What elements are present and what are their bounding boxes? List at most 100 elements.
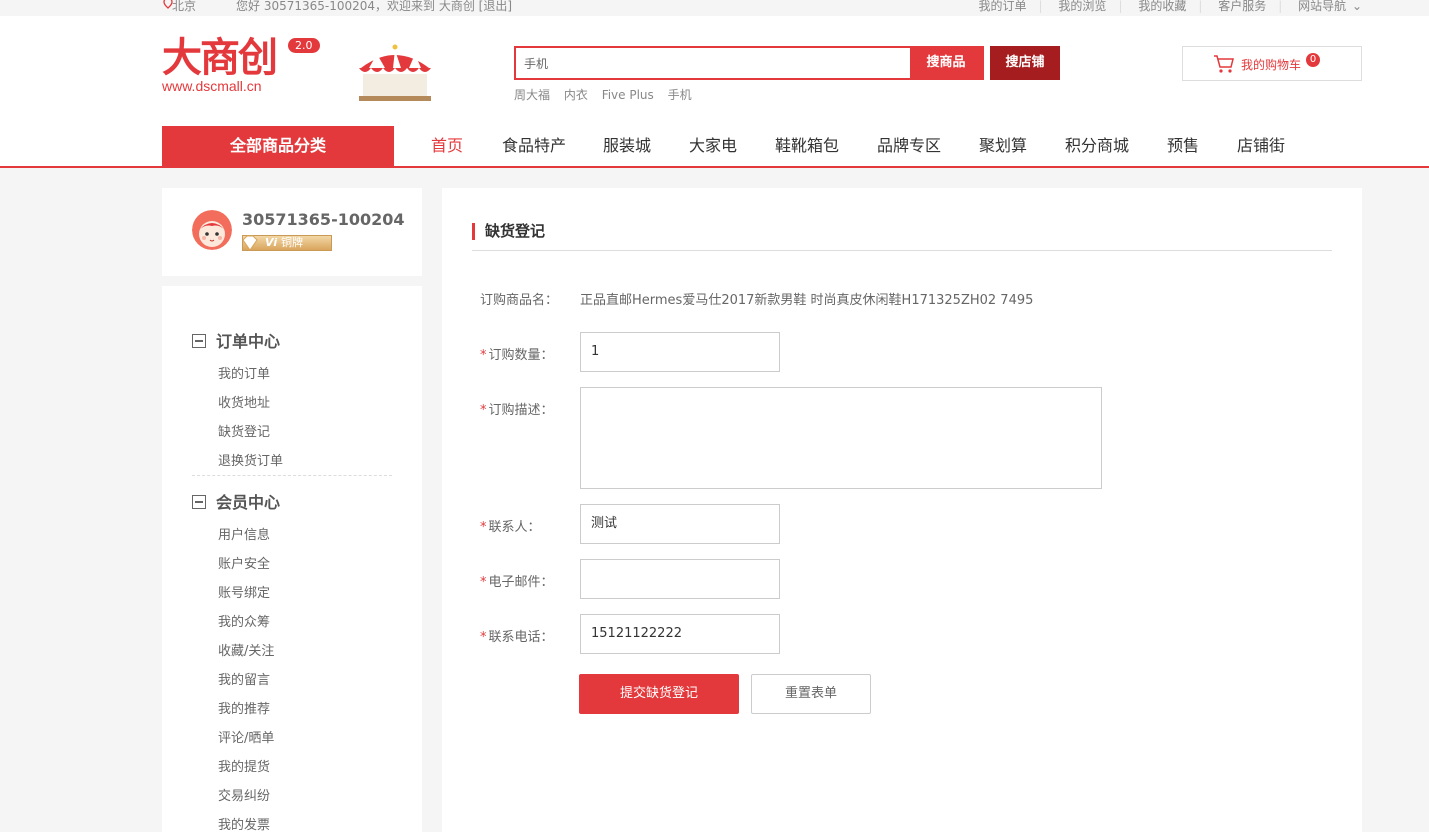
site-header: 大商创 2.0 www.dscmall.cn 搜商品 搜店铺 周大福 内衣 Fi… <box>0 16 1429 168</box>
required-mark: * <box>480 520 487 535</box>
member-rank-badge: Vi 铜牌 <box>242 235 332 251</box>
user-name: 30571365-100204 <box>242 210 405 229</box>
contact-input[interactable]: 测试 <box>580 504 780 544</box>
description-textarea[interactable] <box>580 387 1102 489</box>
divider: | <box>1118 0 1123 13</box>
top-link-history[interactable]: 我的浏览 <box>1058 0 1106 13</box>
avatar[interactable] <box>192 210 232 250</box>
required-mark: * <box>480 348 487 363</box>
sidebar-section-title: 订单中心 <box>216 332 281 351</box>
sidebar-item-referrals[interactable]: 我的推荐 <box>218 698 270 717</box>
sidebar-section-member[interactable]: 会员中心 <box>192 489 280 513</box>
collapse-icon <box>192 495 206 509</box>
rank-prefix: Vi <box>265 236 278 249</box>
hot-search-words: 周大福 内衣 Five Plus 手机 <box>514 86 702 103</box>
sidebar-item-addresses[interactable]: 收货地址 <box>218 392 270 411</box>
contact-label: * 联系人： <box>480 516 541 535</box>
storefront-icon <box>359 44 431 101</box>
sidebar-item-reviews[interactable]: 评论/晒单 <box>218 727 274 746</box>
email-label-text: 电子邮件： <box>488 575 554 590</box>
sidebar-item-crowdfunding[interactable]: 我的众筹 <box>218 611 270 630</box>
phone-label: * 联系电话： <box>480 626 554 645</box>
sidebar-item-returns[interactable]: 退换货订单 <box>218 450 283 469</box>
city-selector[interactable]: 北京 <box>172 0 196 14</box>
logo-text: 大商创 <box>162 35 278 81</box>
hot-word[interactable]: 周大福 <box>514 88 550 102</box>
search-box: 搜商品 <box>514 46 984 80</box>
nav-item-home[interactable]: 首页 <box>431 126 463 166</box>
main-nav: 全部商品分类 首页 食品特产 服装城 大家电 鞋靴箱包 品牌专区 聚划算 积分商… <box>0 126 1429 168</box>
cart-button[interactable]: 我的购物车 0 <box>1182 46 1362 81</box>
collapse-icon <box>192 334 206 348</box>
top-links: 我的订单 | 我的浏览 | 我的收藏 | 客户服务 | 网站导航 ⌄ <box>967 0 1362 14</box>
nav-item-points-mall[interactable]: 积分商城 <box>1065 126 1129 166</box>
sidebar-item-account-security[interactable]: 账户安全 <box>218 553 270 572</box>
cart-label: 我的购物车 <box>1241 58 1302 72</box>
quantity-label: * 订购数量： <box>480 344 554 363</box>
divider: | <box>1038 0 1043 13</box>
nav-item-presale[interactable]: 预售 <box>1167 126 1199 166</box>
hot-word[interactable]: 内衣 <box>564 88 588 102</box>
sidebar-item-my-orders[interactable]: 我的订单 <box>218 363 270 382</box>
diamond-icon <box>242 235 258 251</box>
sidebar-item-pickup[interactable]: 我的提货 <box>218 756 270 775</box>
divider <box>192 475 392 476</box>
submit-button[interactable]: 提交缺货登记 <box>579 674 739 714</box>
search-input[interactable] <box>516 48 912 78</box>
site-logo[interactable]: 大商创 2.0 www.dscmall.cn <box>162 36 322 100</box>
top-link-service[interactable]: 客户服务 <box>1218 0 1266 13</box>
sidebar-item-favorites[interactable]: 收藏/关注 <box>218 640 274 659</box>
cart-icon <box>1214 55 1234 73</box>
email-field[interactable] <box>580 559 780 599</box>
user-card: 30571365-100204 Vi 铜牌 <box>162 188 422 276</box>
sidebar-section-title: 会员中心 <box>216 493 281 512</box>
nav-item-clothing[interactable]: 服装城 <box>603 126 651 166</box>
email-label: * 电子邮件： <box>480 571 554 590</box>
sidebar-item-disputes[interactable]: 交易纠纷 <box>218 785 270 804</box>
main-content: 缺货登记 订购商品名： 正品直邮Hermes爱马仕2017新款男鞋 时尚真皮休闲… <box>442 188 1362 832</box>
contact-label-text: 联系人： <box>488 520 541 535</box>
sidebar-item-invoices[interactable]: 我的发票 <box>218 814 270 832</box>
logo-version-badge: 2.0 <box>288 38 320 53</box>
sidebar-menu: 订单中心 我的订单 收货地址 缺货登记 退换货订单 会员中心 用户信息 账户安全… <box>162 286 422 832</box>
quantity-label-text: 订购数量： <box>488 348 554 363</box>
top-link-favorites[interactable]: 我的收藏 <box>1138 0 1186 13</box>
chevron-down-icon: ⌄ <box>1351 0 1362 13</box>
logo-url: www.dscmall.cn <box>162 78 262 94</box>
required-mark: * <box>480 630 487 645</box>
sidebar-item-stockout-registration[interactable]: 缺货登记 <box>218 421 270 440</box>
description-label-text: 订购描述： <box>488 403 554 418</box>
phone-input[interactable]: 15121122222 <box>580 614 780 654</box>
quantity-input[interactable]: 1 <box>580 332 780 372</box>
search-goods-button[interactable]: 搜商品 <box>910 46 982 80</box>
description-label: * 订购描述： <box>480 399 554 418</box>
divider: | <box>1198 0 1203 13</box>
top-link-orders[interactable]: 我的订单 <box>979 0 1027 13</box>
required-mark: * <box>480 575 487 590</box>
hot-word[interactable]: Five Plus <box>602 88 654 102</box>
nav-item-brands[interactable]: 品牌专区 <box>877 126 941 166</box>
reset-button[interactable]: 重置表单 <box>751 674 871 714</box>
rank-name: 铜牌 <box>281 236 303 249</box>
sidebar-section-orders[interactable]: 订单中心 <box>192 328 280 352</box>
nav-item-food[interactable]: 食品特产 <box>502 126 566 166</box>
nav-item-shop-street[interactable]: 店铺街 <box>1237 126 1285 166</box>
product-name: 正品直邮Hermes爱马仕2017新款男鞋 时尚真皮休闲鞋H171325ZH02… <box>580 293 1034 308</box>
nav-item-shoes-bags[interactable]: 鞋靴箱包 <box>775 126 839 166</box>
required-mark: * <box>480 403 487 418</box>
sidebar-item-account-binding[interactable]: 账号绑定 <box>218 582 270 601</box>
hot-word[interactable]: 手机 <box>668 88 692 102</box>
divider: | <box>1278 0 1283 13</box>
top-link-sitemap[interactable]: 网站导航 <box>1298 0 1346 13</box>
top-bar: 北京 您好 30571365-100204，欢迎来到 大商创 [退出] 我的订单… <box>0 0 1429 16</box>
all-categories-button[interactable]: 全部商品分类 <box>162 126 394 166</box>
sidebar-item-messages[interactable]: 我的留言 <box>218 669 270 688</box>
cart-count-badge: 0 <box>1306 53 1320 67</box>
page-title: 缺货登记 <box>472 223 545 240</box>
phone-label-text: 联系电话： <box>488 630 554 645</box>
nav-item-appliances[interactable]: 大家电 <box>689 126 737 166</box>
welcome-text: 您好 30571365-100204，欢迎来到 大商创 [退出] <box>236 0 513 13</box>
sidebar-item-user-info[interactable]: 用户信息 <box>218 524 270 543</box>
nav-item-group-buy[interactable]: 聚划算 <box>979 126 1027 166</box>
search-shop-button[interactable]: 搜店铺 <box>990 46 1060 80</box>
